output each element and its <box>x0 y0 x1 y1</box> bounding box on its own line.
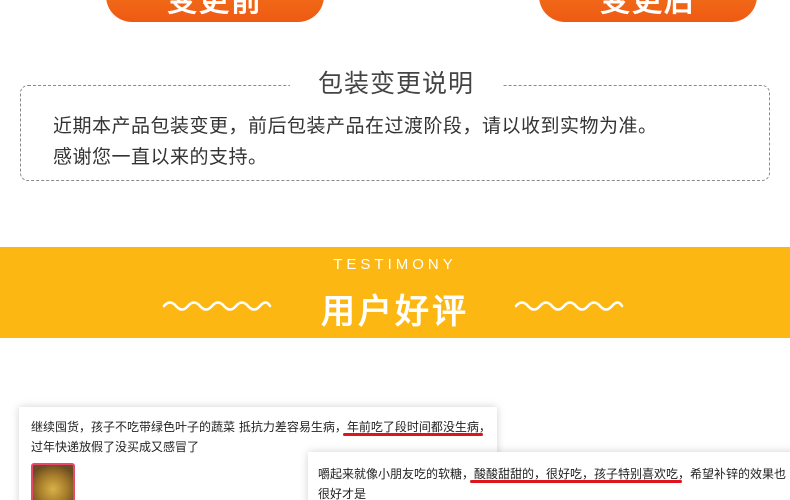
testimony-english-title: TESTIMONY <box>333 256 457 273</box>
review-photo-thumbnail[interactable] <box>31 463 75 500</box>
review-text-1: 继续囤货，孩子不吃带绿色叶子的蔬菜 抵抗力差容易生病，年前吃了段时间都没生病，过… <box>31 420 491 454</box>
review-highlight-2: 酸酸甜甜的，很好吃，孩子特别喜欢吃 <box>474 467 679 481</box>
notice-title: 包装变更说明 <box>290 64 502 104</box>
review-highlight-1: 年前吃了段时间都没生病 <box>346 420 479 434</box>
review-text-2: 嚼起来就像小朋友吃的软糖，酸酸甜甜的，很好吃，孩子特别喜欢吃，希望补锌的效果也很… <box>318 467 787 500</box>
wave-decoration-right-icon <box>514 301 624 311</box>
notice-text-line-2: 感谢您一直以来的支持。 <box>53 146 268 168</box>
notice-text-line-1: 近期本产品包装变更，前后包装产品在过渡阶段，请以收到实物为准。 <box>53 115 658 137</box>
after-change-label: 变更后 <box>539 0 757 22</box>
review-card-2: 嚼起来就像小朋友吃的软糖，酸酸甜甜的，很好吃，孩子特别喜欢吃，希望补锌的效果也很… <box>308 452 790 500</box>
testimony-chinese-title: 用户好评 <box>321 292 469 332</box>
before-change-label: 变更前 <box>106 0 324 22</box>
wave-decoration-left-icon <box>162 301 272 311</box>
